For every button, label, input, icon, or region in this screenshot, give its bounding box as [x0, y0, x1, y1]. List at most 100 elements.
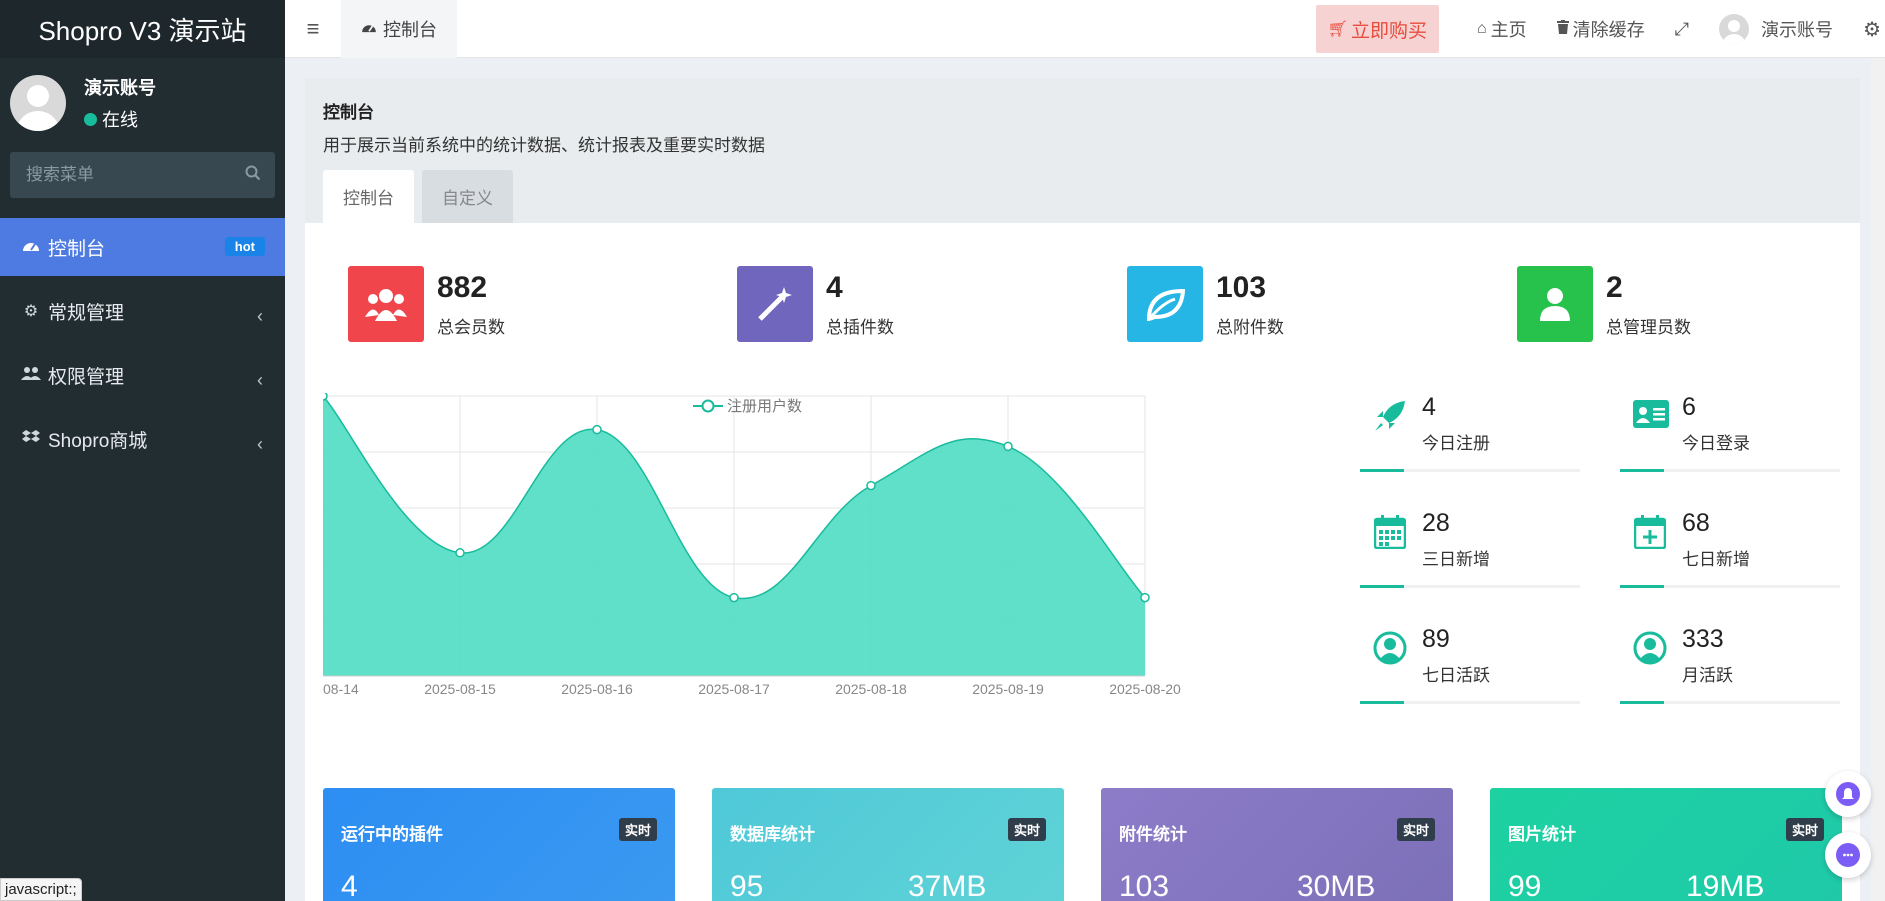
- sidebar-item-shopro[interactable]: Shopro商城 ‹: [0, 410, 285, 468]
- data-point: [1003, 441, 1013, 452]
- sidebar-item-label: 权限管理: [48, 366, 125, 388]
- info-card-images: 图片统计 实时 99 19MB: [1490, 788, 1842, 901]
- stat-label: 总管理员数: [1606, 317, 1691, 337]
- mini-stat-value: 28: [1422, 509, 1450, 537]
- tab-label: 控制台: [383, 19, 437, 40]
- fullscreen-icon[interactable]: ⤢: [1675, 19, 1689, 40]
- brand-logo[interactable]: Shopro V3 演示站: [0, 0, 285, 58]
- chart-legend[interactable]: 注册用户数: [693, 395, 802, 416]
- data-point: [455, 548, 465, 558]
- registration-chart: 2025-08-14 2025-08-15 2025-08-16 2025-08-17…: [287, 391, 1323, 697]
- mini-stat-label: 七日活跃: [1422, 666, 1490, 685]
- avatar: [10, 75, 66, 131]
- info-card-size: 37MB: [908, 870, 987, 901]
- trash-icon: [1556, 19, 1569, 39]
- user-status-text: 在线: [102, 110, 138, 130]
- info-card-size: 30MB: [1297, 870, 1376, 901]
- menu-search: [10, 152, 275, 198]
- avatar: [1719, 14, 1750, 44]
- info-card-size: 19MB: [1686, 870, 1765, 901]
- users-icon: [20, 366, 42, 385]
- mini-stat-seven-day-active: 89 七日活跃: [1360, 617, 1580, 717]
- content-tabs: 控制台 自定义: [305, 170, 521, 223]
- tab-dashboard[interactable]: 控制台: [323, 170, 414, 223]
- account-menu[interactable]: 演示账号: [1719, 14, 1833, 44]
- dashboard-icon: [361, 20, 377, 38]
- mini-stat-today-login: 6 今日登录: [1620, 385, 1840, 485]
- user-circle-icon: [1372, 631, 1408, 673]
- realtime-badge: 实时: [618, 818, 657, 841]
- x-tick-label: 2025-08-16: [561, 681, 633, 697]
- mini-stat-underline: [1360, 585, 1580, 588]
- bell-icon: [1836, 782, 1860, 806]
- buy-now-label: 立即购买: [1350, 20, 1427, 42]
- mini-stat-underline: [1360, 469, 1580, 472]
- user-panel: 演示账号 在线: [0, 58, 285, 148]
- sidebar-item-dashboard[interactable]: 控制台 hot: [0, 218, 285, 276]
- user-name: 演示账号: [84, 78, 156, 98]
- stat-value: 882: [437, 270, 488, 304]
- info-card-title: 图片统计: [1508, 825, 1576, 844]
- tab-dashboard[interactable]: 控制台: [341, 0, 457, 58]
- sidebar-item-permissions[interactable]: 权限管理 ‹: [0, 346, 285, 404]
- stat-label: 总插件数: [826, 317, 894, 337]
- info-card-title: 运行中的插件: [341, 825, 443, 844]
- x-tick-label: 2025-08-17: [698, 681, 770, 697]
- notification-button[interactable]: [1825, 771, 1871, 817]
- mini-stat-seven-day-new: 68 七日新增: [1620, 501, 1840, 601]
- info-card-value: 103: [1119, 870, 1170, 901]
- mini-stat-value: 89: [1422, 625, 1450, 653]
- data-point: [1140, 592, 1150, 603]
- info-card-database: 数据库统计 实时 95 37MB: [712, 788, 1064, 901]
- stat-card-admins: 2 总管理员数: [1517, 266, 1691, 342]
- user-circle-icon: [1632, 631, 1668, 673]
- sidebar: Shopro V3 演示站 演示账号 在线 控制台 hot ⚙ 常规管理 ‹: [0, 0, 285, 901]
- search-icon[interactable]: [245, 165, 261, 186]
- search-input[interactable]: [26, 165, 226, 185]
- tab-custom[interactable]: 自定义: [422, 170, 513, 223]
- stat-card-members: 882 总会员数: [348, 266, 505, 342]
- page-title: 控制台: [323, 103, 374, 122]
- home-label: 主页: [1490, 20, 1527, 40]
- x-tick-label: 2025-08-20: [1109, 681, 1181, 697]
- mini-stat-value: 68: [1682, 509, 1710, 537]
- mini-stat-today-register: 4 今日注册: [1360, 385, 1580, 485]
- clear-cache-button[interactable]: 清除缓存: [1556, 16, 1645, 42]
- mini-stat-label: 月活跃: [1682, 666, 1733, 685]
- dropbox-icon: [20, 429, 42, 450]
- page-scrollbar[interactable]: [1871, 58, 1885, 901]
- dashboard-icon: [20, 238, 42, 257]
- x-tick-label: 2025-08-14: [323, 681, 359, 697]
- mini-stat-three-day-new: 28 三日新增: [1360, 501, 1580, 601]
- user-icon: [1517, 266, 1593, 342]
- data-point: [729, 592, 739, 603]
- mini-stat-value: 333: [1682, 625, 1724, 653]
- mini-stat-value: 4: [1422, 393, 1436, 421]
- page-header: 控制台 用于展示当前系统中的统计数据、统计报表及重要实时数据: [305, 78, 1860, 170]
- calendar-icon: [1372, 515, 1408, 557]
- chevron-left-icon: ‹: [257, 434, 263, 454]
- buy-now-button[interactable]: 🛒︎ 立即购买: [1315, 5, 1439, 53]
- menu-toggle-icon[interactable]: ≡: [285, 16, 341, 42]
- info-card-plugins: 运行中的插件 实时 4: [323, 788, 675, 901]
- x-tick-label: 2025-08-19: [972, 681, 1044, 697]
- x-tick-label: 2025-08-15: [424, 681, 496, 697]
- mini-stat-label: 七日新增: [1682, 550, 1750, 569]
- users-icon: [348, 266, 424, 342]
- gear-icon[interactable]: ⚙: [1863, 17, 1881, 42]
- calendar-plus-icon: [1632, 515, 1668, 557]
- chat-button[interactable]: [1825, 832, 1871, 878]
- stat-value: 2: [1606, 270, 1623, 304]
- top-navbar: ≡ 控制台 🛒︎ 立即购买 ⌂ 主页 清除缓存 ⤢ 演示账号 ⚙: [285, 0, 1885, 58]
- chat-bubble-icon: [1836, 843, 1860, 867]
- info-card-value: 99: [1508, 870, 1542, 901]
- home-link[interactable]: ⌂ 主页: [1477, 16, 1527, 42]
- stat-card-plugins: 4 总插件数: [737, 266, 894, 342]
- mini-stat-underline: [1620, 585, 1840, 588]
- info-card-value: 95: [730, 870, 764, 901]
- main-content: 控制台 用于展示当前系统中的统计数据、统计报表及重要实时数据 控制台 自定义 8…: [287, 78, 1860, 901]
- sidebar-item-label: 常规管理: [48, 302, 125, 324]
- dashboard-panel: 882 总会员数 4 总插件数 103 总附件数 2 总管理员数 08-14 2…: [287, 223, 1860, 901]
- sidebar-item-general[interactable]: ⚙ 常规管理 ‹: [0, 282, 285, 340]
- stat-label: 总附件数: [1216, 317, 1284, 337]
